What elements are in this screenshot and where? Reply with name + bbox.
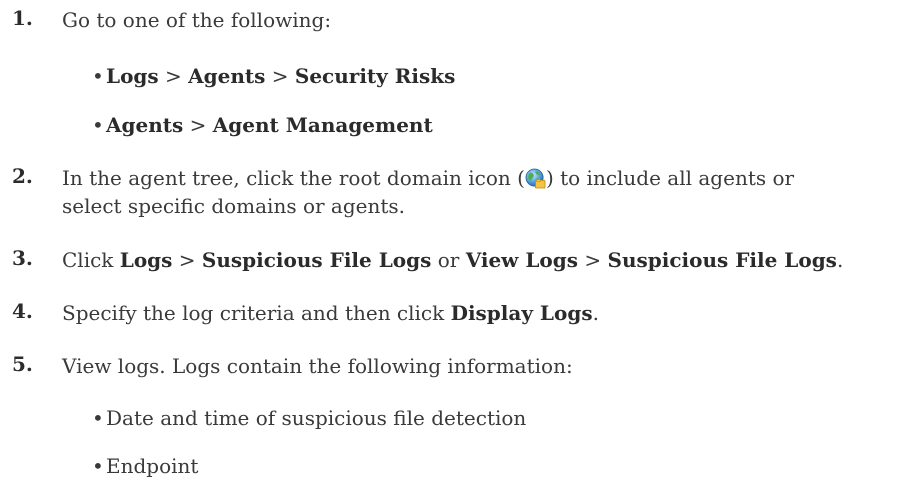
list-item: • Agents > Agent Management [92,113,433,137]
step-text: Click Logs > Suspicious File Logs or Vie… [62,248,844,272]
step-1: 1. Go to one of the following: [12,6,907,34]
menu-path-logs: Logs [106,64,159,88]
step-text: Specify the log criteria and then click … [62,301,599,325]
menu-path-logs: Logs [119,248,173,272]
menu-path-suspicious-file-logs: Suspicious File Logs [201,248,432,272]
step-number: 3. [12,246,33,270]
bullet-marker: • [92,64,104,88]
step-2: 2. In the agent tree, click the root dom… [12,164,907,220]
root-domain-globe-icon [525,168,546,189]
step-number: 5. [12,352,33,376]
menu-path-suspicious-file-logs: Suspicious File Logs [607,248,837,272]
step-text: In the agent tree, click the root domain… [62,166,795,218]
list-item: • Endpoint [92,454,199,478]
menu-path-agent-management: Agent Management [212,113,433,137]
menu-path-security-risks: Security Risks [294,64,456,88]
bullet-marker: • [92,113,104,137]
menu-path-agents: Agents [106,113,184,137]
step-5: 5. View logs. Logs contain the following… [12,352,907,380]
list-item: • Date and time of suspicious file detect… [92,406,527,430]
step-text: Go to one of the following: [62,8,332,32]
step-number: 4. [12,299,33,323]
step-3: 3. Click Logs > Suspicious File Logs or … [12,246,907,274]
display-logs-label: Display Logs [450,301,593,325]
bullet-marker: • [92,406,104,430]
step-4: 4. Specify the log criteria and then cli… [12,299,907,327]
menu-path-agents: Agents [188,64,266,88]
menu-path-view-logs: View Logs [465,248,579,272]
step-text: View logs. Logs contain the following in… [62,354,573,378]
bullet-marker: • [92,454,104,478]
step-number: 2. [12,164,33,188]
step-number: 1. [12,6,33,30]
list-item: • Logs > Agents > Security Risks [92,64,456,88]
